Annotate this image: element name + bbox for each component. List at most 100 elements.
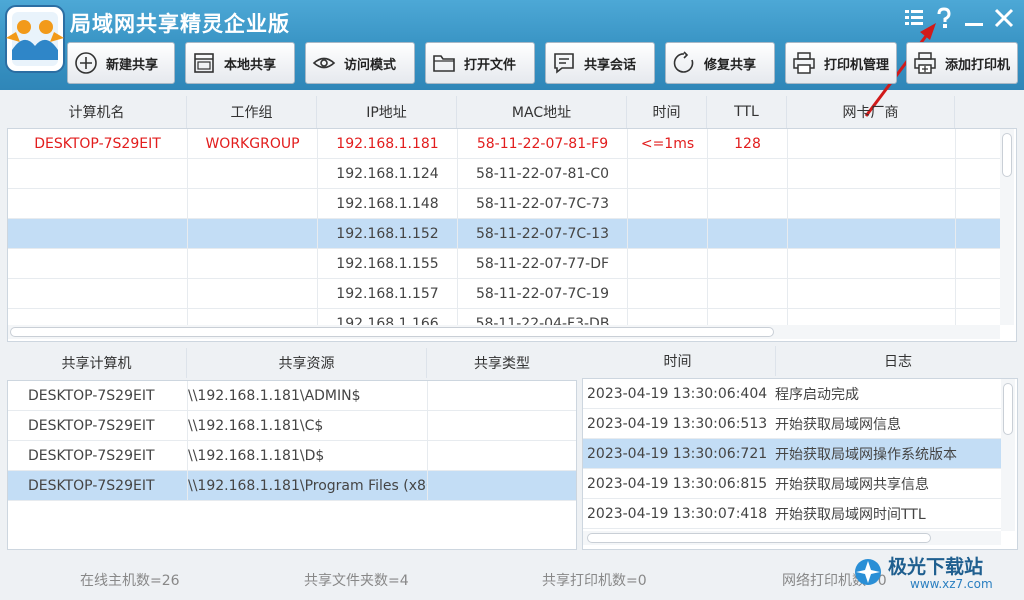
cell-ip: 192.168.1.181 [318, 129, 458, 159]
host-row[interactable]: 192.168.1.148 58-11-22-07-7C-73 [8, 189, 1000, 219]
share-row[interactable]: DESKTOP-7S29EIT \\192.168.1.181\D$ [8, 441, 576, 471]
open-file-label: 打开文件 [464, 57, 517, 73]
log-row[interactable]: 2023-04-19 13:30:06:513 开始获取局域网信息 [583, 409, 1001, 439]
new-share-button[interactable]: 新建共享 [67, 42, 175, 84]
col-log-message[interactable]: 日志 [776, 346, 1020, 376]
col-share-resource[interactable]: 共享资源 [187, 348, 427, 378]
close-icon[interactable] [992, 6, 1016, 30]
cell-share-type [428, 471, 576, 501]
share-row[interactable]: DESKTOP-7S29EIT \\192.168.1.181\ADMIN$ [8, 381, 576, 411]
col-nic-vendor[interactable]: 网卡厂商 [787, 96, 955, 128]
col-ttl[interactable]: TTL [707, 96, 787, 128]
shares-table: DESKTOP-7S29EIT \\192.168.1.181\ADMIN$ DES… [7, 380, 577, 550]
minimize-icon[interactable] [962, 6, 986, 30]
cell-ip: 192.168.1.152 [318, 219, 458, 249]
log-vscroll[interactable] [1001, 379, 1015, 531]
access-mode-label: 访问模式 [344, 57, 397, 73]
shares-table-header: 共享计算机 共享资源 共享类型 [7, 348, 577, 378]
host-row[interactable]: 192.168.1.124 58-11-22-07-81-C0 [8, 159, 1000, 189]
cell-mac: 58-11-22-07-81-C0 [458, 159, 628, 189]
add-printer-button[interactable]: 添加打印机 [906, 42, 1018, 84]
title-bar: 局域网共享精灵企业版 新建共享 本地共享 访问模式 打开文件 共享会话 修复共享… [0, 0, 1024, 117]
host-row[interactable]: DESKTOP-7S29EIT WORKGROUP 192.168.1.181 58-… [8, 129, 1000, 159]
log-table-header: 时间 日志 [580, 346, 1020, 376]
printer-manage-label: 打印机管理 [824, 57, 890, 73]
cell-ip: 192.168.1.124 [318, 159, 458, 189]
cell-ip: 192.168.1.155 [318, 249, 458, 279]
col-share-type[interactable]: 共享类型 [427, 348, 577, 378]
cell-share-type [428, 381, 576, 411]
cell-workgroup [188, 189, 318, 219]
log-row[interactable]: 2023-04-19 13:30:06:404 程序启动完成 [583, 379, 1001, 409]
chat-icon [554, 53, 574, 74]
hosts-hscroll-thumb[interactable] [10, 327, 774, 337]
cell-share-computer: DESKTOP-7S29EIT [8, 381, 188, 411]
plus-circle-icon [75, 52, 97, 74]
cell-mac: 58-11-22-07-7C-19 [458, 279, 628, 309]
cell-workgroup [188, 219, 318, 249]
log-row[interactable]: 2023-04-19 13:30:07:418 开始获取局域网时间TTL [583, 499, 1001, 529]
app-title: 局域网共享精灵企业版 [70, 12, 290, 36]
col-computer-name[interactable]: 计算机名 [7, 96, 187, 128]
cell-computer-name [8, 189, 188, 219]
repair-share-button[interactable]: 修复共享 [665, 42, 775, 84]
cell-share-type [428, 441, 576, 471]
col-log-time[interactable]: 时间 [580, 346, 776, 376]
cell-computer-name [8, 279, 188, 309]
share-row[interactable]: DESKTOP-7S29EIT \\192.168.1.181\Program F… [8, 471, 576, 501]
window-icon [194, 53, 214, 73]
col-time[interactable]: 时间 [627, 96, 707, 128]
share-row[interactable]: DESKTOP-7S29EIT \\192.168.1.181\C$ [8, 411, 576, 441]
local-share-button[interactable]: 本地共享 [185, 42, 295, 84]
cell-nic-vendor [788, 129, 956, 159]
cell-workgroup [188, 249, 318, 279]
cell-log-message: 开始获取局域网操作系统版本 [775, 447, 957, 463]
cell-log-time: 2023-04-19 13:30:06:513 [587, 416, 768, 432]
cell-ttl [708, 279, 788, 309]
col-ip[interactable]: IP地址 [317, 96, 457, 128]
eye-icon [312, 57, 336, 69]
log-vscroll-thumb[interactable] [1003, 383, 1013, 435]
printer-icon [793, 52, 815, 74]
cell-ttl: 128 [708, 129, 788, 159]
log-row[interactable]: 2023-04-19 13:30:06:815 开始获取局域网共享信息 [583, 469, 1001, 499]
cell-mac: 58-11-22-07-7C-73 [458, 189, 628, 219]
col-share-computer[interactable]: 共享计算机 [7, 348, 187, 378]
hosts-hscroll[interactable] [8, 325, 1000, 339]
printer-manage-button[interactable]: 打印机管理 [785, 42, 897, 84]
open-file-button[interactable]: 打开文件 [425, 42, 535, 84]
cell-log-message: 程序启动完成 [775, 387, 859, 403]
share-session-button[interactable]: 共享会话 [545, 42, 655, 84]
cell-share-computer: DESKTOP-7S29EIT [8, 411, 188, 441]
cell-time [628, 159, 708, 189]
cell-ttl [708, 159, 788, 189]
cell-workgroup: WORKGROUP [188, 129, 318, 159]
host-row[interactable]: 192.168.1.155 58-11-22-07-77-DF [8, 249, 1000, 279]
access-mode-button[interactable]: 访问模式 [305, 42, 415, 84]
cell-workgroup [188, 279, 318, 309]
cell-share-type [428, 411, 576, 441]
host-row[interactable]: 192.168.1.152 58-11-22-07-7C-13 [8, 219, 1000, 249]
cell-log-message: 开始获取局域网共享信息 [775, 477, 929, 493]
watermark-url: www.xz7.com [910, 577, 993, 591]
log-hscroll[interactable] [583, 531, 1001, 545]
folder-icon [433, 55, 455, 72]
log-hscroll-thumb[interactable] [587, 533, 931, 543]
cell-time [628, 249, 708, 279]
refresh-icon [673, 51, 694, 73]
col-workgroup[interactable]: 工作组 [187, 96, 317, 128]
cell-ttl [708, 189, 788, 219]
status-shared-folders: 共享文件夹数=4 [304, 573, 409, 589]
host-row[interactable]: 192.168.1.157 58-11-22-07-7C-19 [8, 279, 1000, 309]
cell-log-time: 2023-04-19 13:30:06:404 [587, 386, 768, 402]
hosts-vscroll-thumb[interactable] [1002, 133, 1012, 177]
watermark: 极光下载站 www.xz7.com [852, 550, 1022, 596]
cell-nic-vendor [788, 219, 956, 249]
cell-share-resource: \\192.168.1.181\C$ [188, 411, 428, 441]
log-row[interactable]: 2023-04-19 13:30:06:721 开始获取局域网操作系统版本 [583, 439, 1001, 469]
hosts-table-header: 计算机名 工作组 IP地址 MAC地址 时间 TTL 网卡厂商 [7, 96, 1017, 128]
col-mac[interactable]: MAC地址 [457, 96, 627, 128]
cell-computer-name [8, 219, 188, 249]
cell-ip: 192.168.1.157 [318, 279, 458, 309]
hosts-vscroll[interactable] [1000, 129, 1014, 325]
